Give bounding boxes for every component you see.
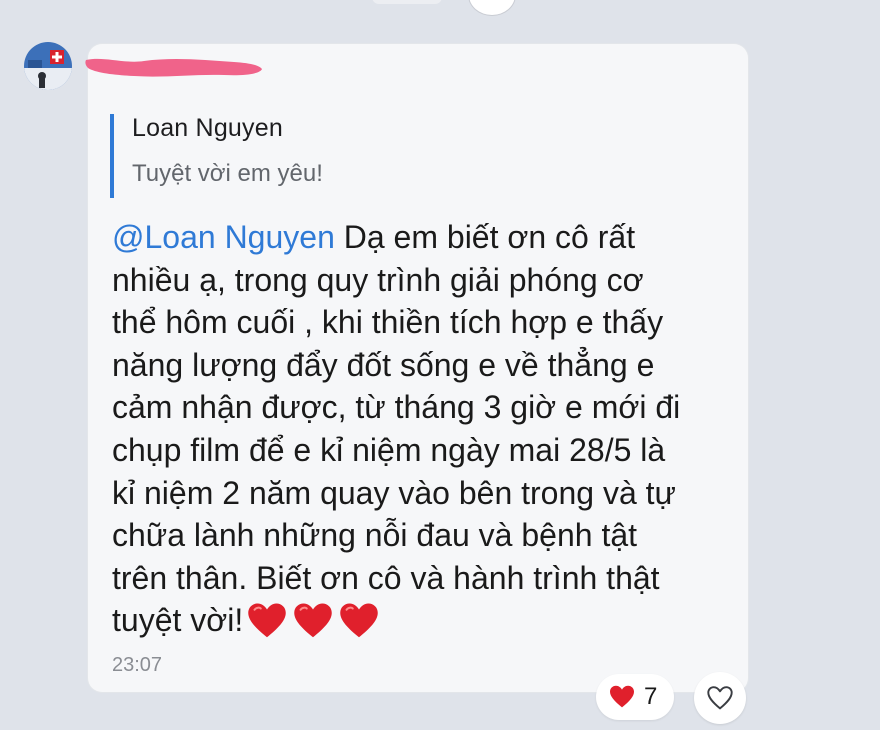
message-line: tuyệt vời! [112, 599, 732, 642]
reaction-summary[interactable]: 7 [596, 674, 674, 720]
previous-reaction-button[interactable] [468, 0, 516, 16]
mention-link[interactable]: @Loan Nguyen [112, 219, 335, 255]
message-line: trên thân. Biết ơn cô và hành trình thật [112, 559, 660, 596]
red-heart-icon [610, 685, 634, 708]
message-text: @Loan Nguyen Dạ em biết ơn cô rất nhiều … [112, 216, 732, 642]
message-line: chụp film để e kỉ niệm ngày mai 28/5 là [112, 431, 666, 468]
like-button[interactable] [694, 672, 746, 724]
message-timestamp: 23:07 [112, 654, 163, 676]
emoji-group [247, 601, 385, 646]
message-line: cảm nhận được, từ tháng 3 giờ e mới đi [112, 389, 681, 426]
message-line: thể hôm cuối , khi thiền tích hợp e thấy [112, 304, 664, 341]
reply-quote[interactable]: Loan Nguyen Tuyệt vời em yêu! [110, 114, 710, 198]
message-line-text: tuyệt vời! [112, 602, 244, 639]
message-line: kỉ niệm 2 năm quay vào bên trong và tự [112, 474, 676, 511]
avatar[interactable] [24, 42, 72, 90]
quote-author: Loan Nguyen [132, 114, 283, 142]
message-line: @Loan Nguyen Dạ em biết ơn cô rất [112, 216, 732, 259]
red-heart-icon [294, 603, 332, 637]
message-line: nhiều ạ, trong quy trình giải phóng cơ [112, 261, 644, 298]
previous-message-edge [372, 0, 442, 4]
message-line: năng lượng đẩy đốt sống e về thẳng e [112, 346, 655, 383]
red-heart-icon [340, 603, 378, 637]
quote-text: Tuyệt vời em yêu! [132, 160, 323, 187]
message-line: chữa lành những nỗi đau và bệnh tật [112, 517, 638, 554]
redacted-sender-name [85, 58, 263, 77]
red-heart-icon [248, 603, 286, 637]
message-bubble: Loan Nguyen Tuyệt vời em yêu! @Loan Nguy… [88, 44, 748, 692]
heart-outline-icon [707, 686, 733, 710]
message-line-text: Dạ em biết ơn cô rất [334, 219, 636, 255]
reaction-count: 7 [644, 683, 658, 710]
